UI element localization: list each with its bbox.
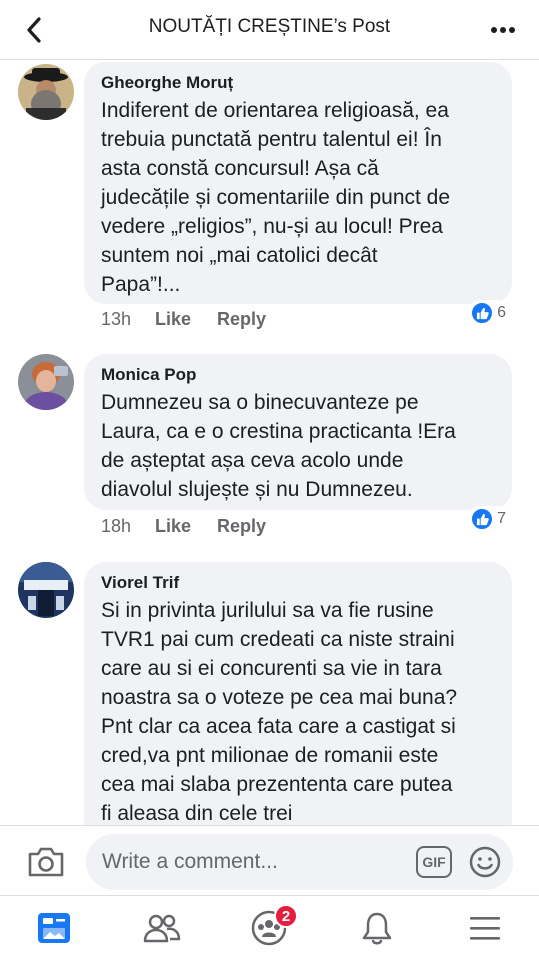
reaction-count: 6 <box>497 304 506 321</box>
like-button[interactable]: Like <box>155 516 217 537</box>
bottom-navigation: 2 <box>0 895 539 960</box>
comment-text: Si in privinta jurilului sa va fie rusin… <box>101 599 458 825</box>
nav-menu[interactable] <box>463 906 507 950</box>
post-header: NOUTĂȚI CREȘTINE’s Post <box>0 0 539 60</box>
comment-author[interactable]: Viorel Trif <box>101 572 496 594</box>
news-feed-icon <box>38 913 70 943</box>
comment-text: Dumnezeu sa o binecuvanteze pe Laura, ca… <box>101 391 456 501</box>
comment-bubble[interactable]: Gheorghe Moruț Indiferent de orientarea … <box>84 62 512 304</box>
comment-input[interactable]: Write a comment... GIF <box>86 834 513 890</box>
camera-button[interactable] <box>26 844 66 880</box>
reaction-summary[interactable]: 7 <box>469 506 509 532</box>
comments-list: Gheorghe Moruț Indiferent de orientarea … <box>0 60 539 825</box>
reply-button[interactable]: Reply <box>217 516 266 537</box>
comment-input-placeholder: Write a comment... <box>102 850 278 873</box>
friends-icon <box>143 914 181 943</box>
like-reaction-icon <box>470 301 495 325</box>
nav-friends[interactable] <box>140 906 184 950</box>
comment-bubble[interactable]: Viorel Trif Si in privinta jurilului sa … <box>84 562 512 825</box>
like-reaction-icon <box>470 507 495 531</box>
comment-actions: 13h Like Reply <box>101 309 266 330</box>
avatar[interactable] <box>18 562 74 618</box>
comment-actions: 18h Like Reply <box>101 516 266 537</box>
notification-badge: 2 <box>274 904 298 928</box>
gif-button[interactable]: GIF <box>416 846 452 878</box>
emoji-icon <box>469 846 501 878</box>
comment-bubble[interactable]: Monica Pop Dumnezeu sa o binecuvanteze p… <box>84 354 512 510</box>
more-options-button[interactable] <box>487 14 519 46</box>
comment-author[interactable]: Monica Pop <box>101 364 496 386</box>
notifications-icon <box>362 912 392 945</box>
nav-notifications[interactable] <box>355 906 399 950</box>
reaction-count: 7 <box>497 510 506 527</box>
reaction-summary[interactable]: 6 <box>469 300 509 326</box>
comment-author[interactable]: Gheorghe Moruț <box>101 72 496 94</box>
comment-time[interactable]: 18h <box>101 516 155 537</box>
comment-text: Indiferent de orientarea religioasă, ea … <box>101 99 451 296</box>
reply-button[interactable]: Reply <box>217 309 266 330</box>
nav-news-feed[interactable] <box>32 906 76 950</box>
like-button[interactable]: Like <box>155 309 217 330</box>
emoji-button[interactable] <box>468 845 502 879</box>
avatar[interactable] <box>18 64 74 120</box>
menu-icon <box>470 917 500 940</box>
avatar[interactable] <box>18 354 74 410</box>
comment-composer: Write a comment... GIF <box>0 825 539 895</box>
comment-time[interactable]: 13h <box>101 309 155 330</box>
page-title: NOUTĂȚI CREȘTINE’s Post <box>148 16 391 37</box>
more-horizontal-icon <box>491 27 515 33</box>
camera-icon <box>28 847 64 877</box>
